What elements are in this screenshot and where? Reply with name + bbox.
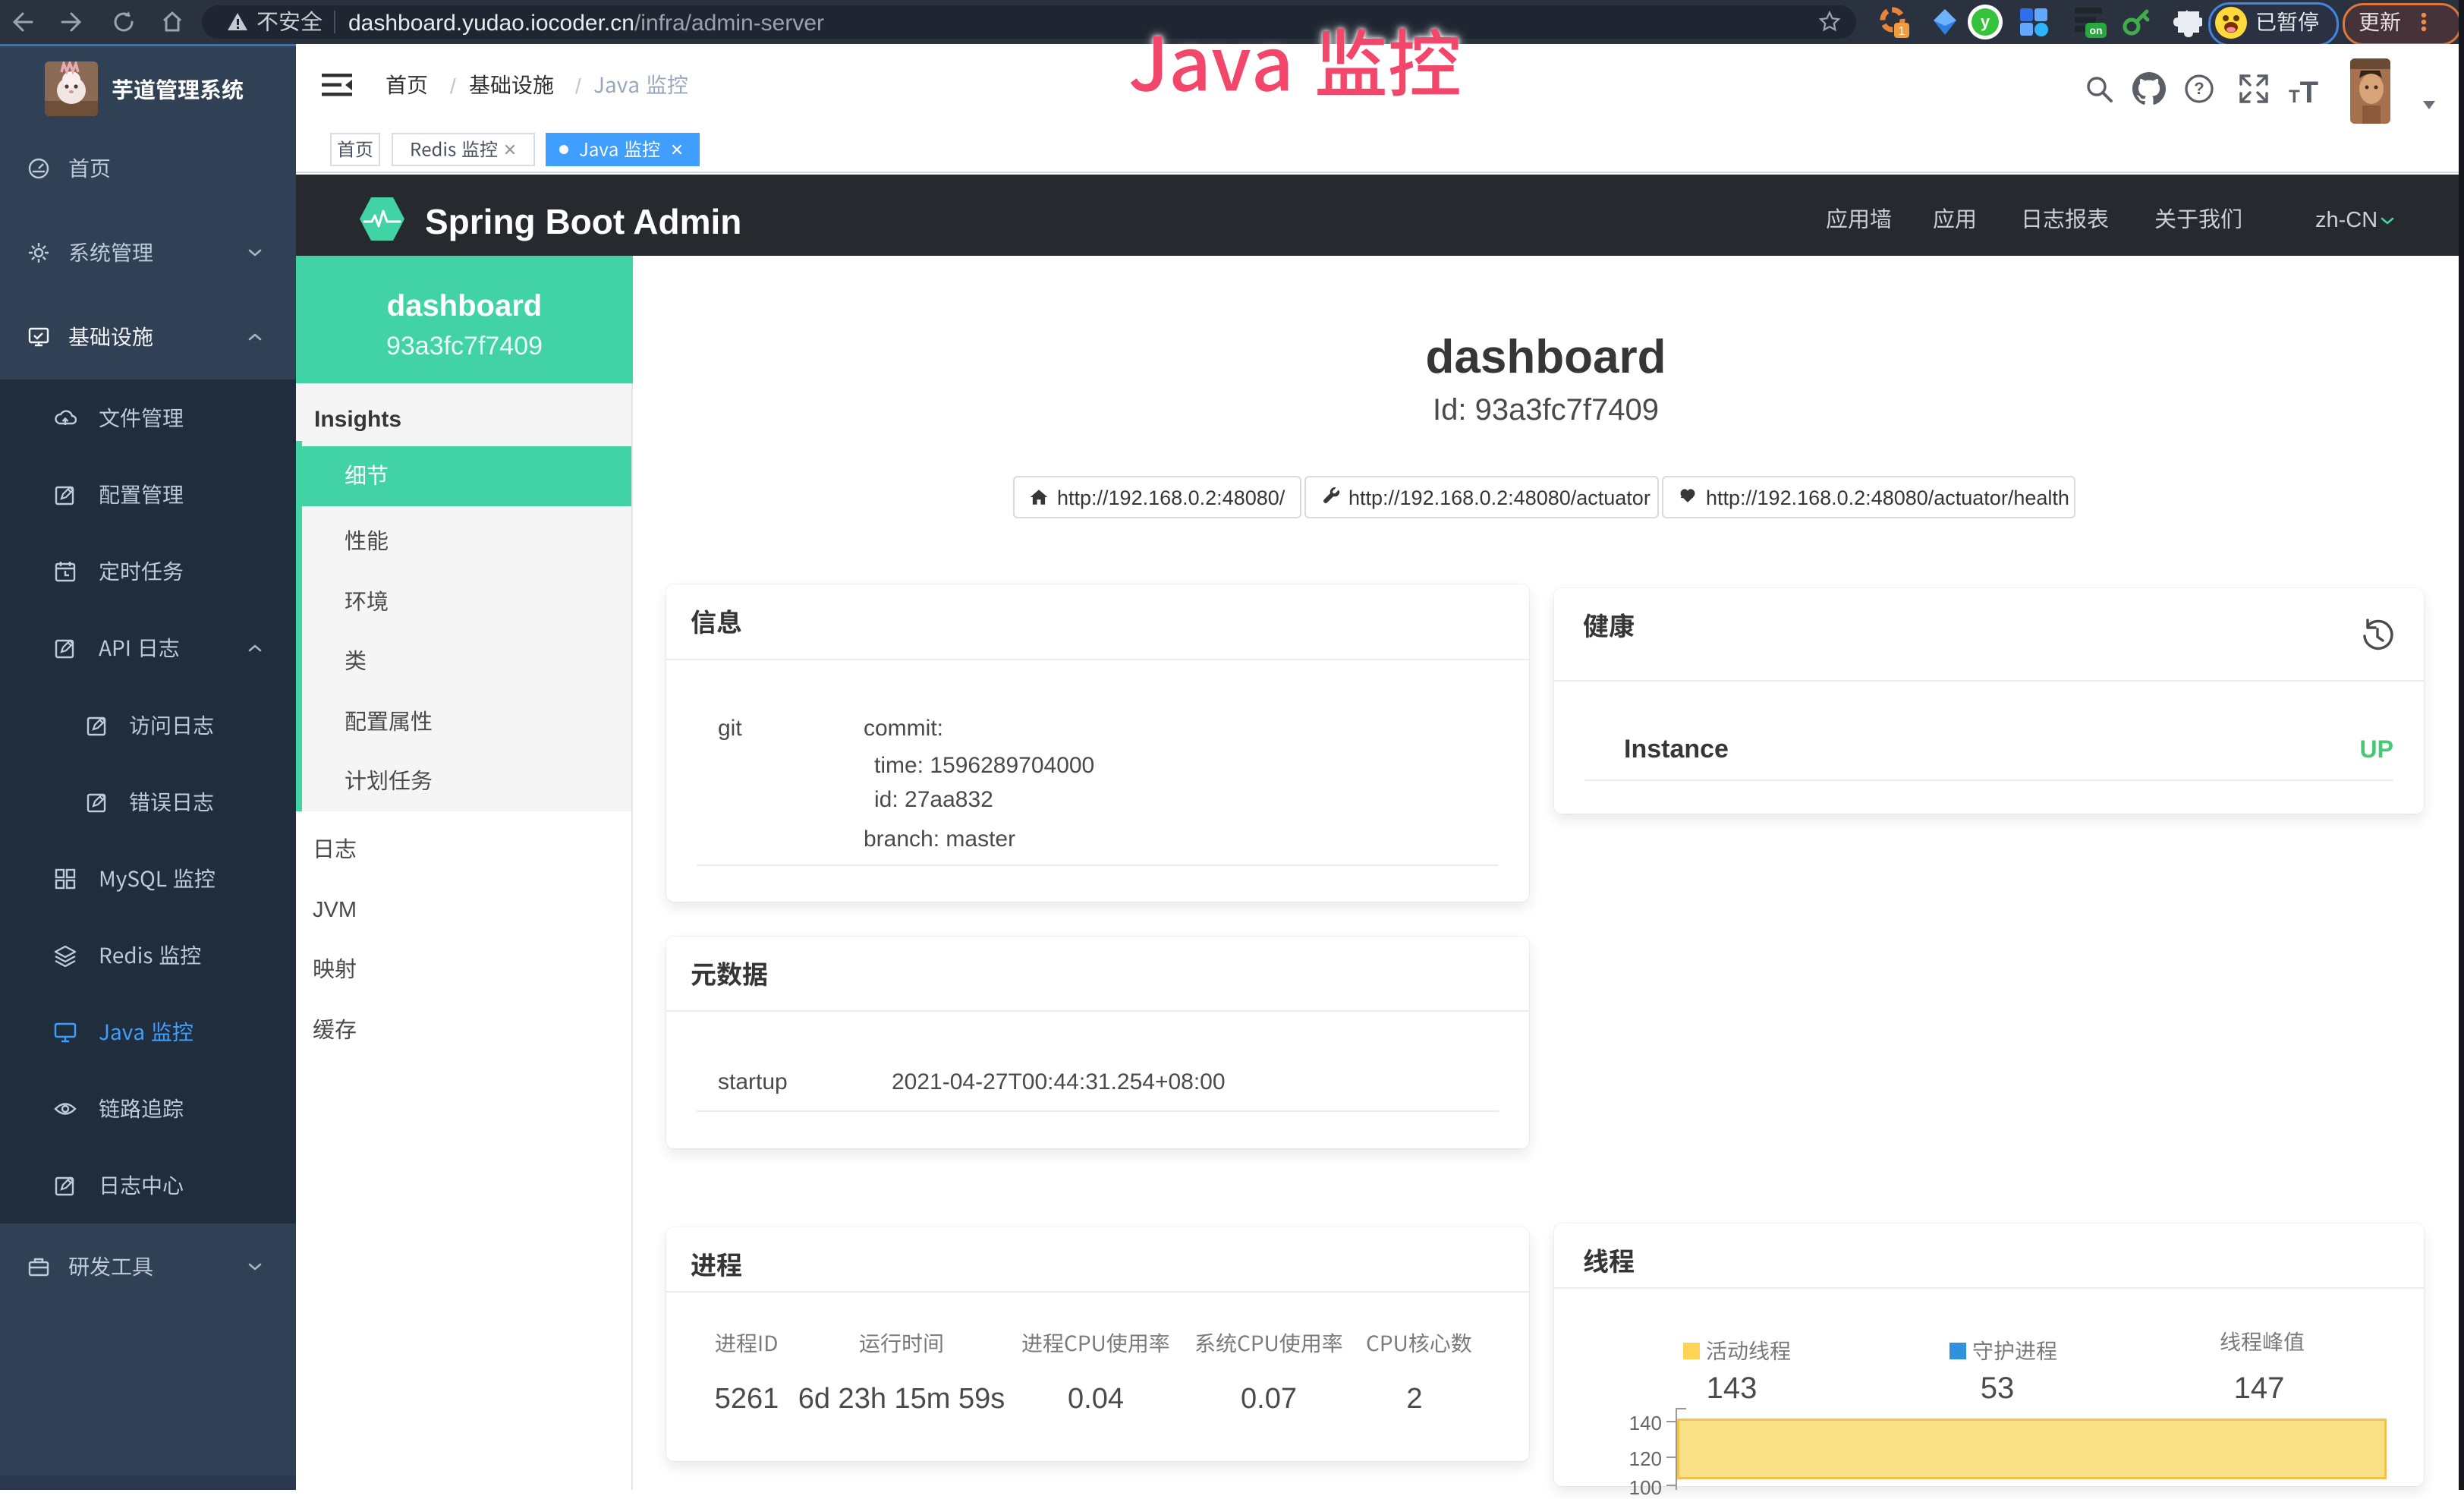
svg-text:1: 1	[1899, 25, 1905, 38]
svg-text:y: y	[1981, 12, 1990, 31]
svg-text:?: ?	[2194, 79, 2204, 98]
svg-text:on: on	[2089, 24, 2102, 36]
